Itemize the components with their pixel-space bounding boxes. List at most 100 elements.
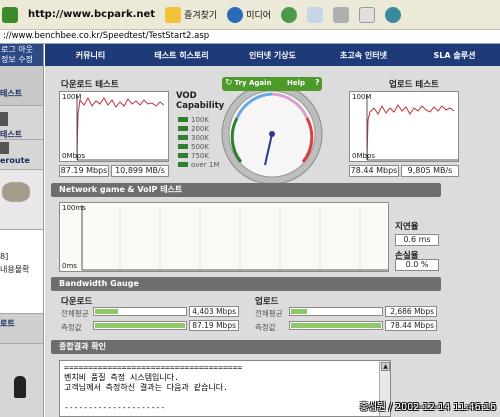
favorites-label: 즐겨찾기 — [184, 11, 218, 21]
bandwidth-download-title: 다운로드 — [61, 297, 93, 307]
speedtest-panel: 다운로드 테스트 100M 0Mbps 87.19 Mbps 10,899 MB… — [45, 66, 500, 417]
vod-level-label: over 1M — [191, 160, 220, 169]
sidebar-promo-tools[interactable] — [0, 170, 43, 230]
vod-level-indicator — [178, 117, 188, 122]
bandwidth-gauge-title: Bandwidth Gauge — [51, 277, 441, 291]
address-bar[interactable]: ://www.benchbee.co.kr/Speedtest/TestStar… — [0, 30, 500, 44]
latency-graph: 100ms 0ms — [59, 202, 389, 272]
vod-level-label: 750K — [191, 151, 209, 160]
result-line — [64, 393, 386, 403]
sidebar-item-traceroute[interactable]: eroute — [0, 140, 43, 170]
download-mbps-readout: 87.19 Mbps — [59, 165, 109, 177]
sidebar-promo-box[interactable]: 8] 내용물확 — [0, 230, 43, 314]
vod-level-label: 100K — [191, 115, 209, 124]
sidebar-item-label: 테스트 — [0, 130, 23, 139]
result-title: 종합결과 확인 — [51, 340, 441, 354]
history-clock-icon — [281, 6, 298, 23]
help-button[interactable]: Help ? — [287, 78, 320, 87]
download-measured-label: 측정값 — [61, 323, 82, 332]
vod-capability-title: VOD Capability — [176, 91, 225, 111]
nav-sla-solution[interactable]: SLA 솔루션 — [409, 50, 500, 61]
favorites-button[interactable]: 즐겨찾기 — [165, 6, 218, 23]
download-test-title: 다운로드 테스트 — [61, 80, 119, 90]
sidebar-item-test-1[interactable]: 테스트 — [0, 66, 43, 106]
upload-avg-fill — [291, 309, 308, 314]
download-measured-track — [93, 321, 187, 330]
download-throughput-line — [76, 94, 168, 161]
help-question-icon: ? — [315, 78, 320, 87]
sidebar-item-test-2[interactable]: 테스트 — [0, 106, 43, 140]
back-button[interactable] — [2, 6, 18, 23]
sidebar-item-label: 테스트 — [0, 89, 23, 98]
sidebar-item-label: 로트 — [0, 319, 15, 328]
browser-toolbar: http://www.bcpark.net 즐겨찾기 미디어 — [0, 0, 500, 30]
nav-test-history[interactable]: 테스트 히스토리 — [136, 50, 227, 61]
network-icon — [0, 142, 9, 154]
left-sidebar: 로그 아웃 정보 수정 테스트 테스트 eroute 8] 내용물확 로트 — [0, 44, 44, 417]
sidebar-item-report[interactable]: 로트 — [0, 314, 43, 344]
vod-level-indicator — [178, 135, 188, 140]
result-line: ===================================== — [64, 363, 243, 372]
top-navigation: 커뮤니티 테스트 히스토리 인터넷 기상도 초고속 인터넷 SLA 솔루션 — [45, 44, 500, 66]
vod-level-label: 300K — [191, 133, 209, 142]
download-avg-fill — [95, 309, 118, 314]
nav-community[interactable]: 커뮤니티 — [45, 50, 136, 61]
edit-profile-link[interactable]: 정보 수정 — [1, 55, 43, 65]
download-measured-value: 87.19 Mbps — [189, 320, 239, 331]
url-link[interactable]: http://www.bcpark.net — [28, 9, 155, 20]
upload-throughput-line — [366, 94, 458, 161]
media-button[interactable]: 미디어 — [227, 6, 272, 23]
refresh-icon: ↻ — [225, 78, 233, 88]
vod-level-indicator — [178, 162, 188, 167]
result-line: --------------------- — [64, 403, 166, 412]
sidebar-item-label: eroute — [0, 156, 30, 165]
download-avg-value: 4,403 Mbps — [189, 306, 239, 317]
result-textarea[interactable]: ===================================== 벤치… — [59, 360, 391, 417]
vod-level-label: 200K — [191, 124, 209, 133]
mail-button[interactable] — [307, 6, 324, 23]
timestamp-watermark: 홍성원 / 2002-12-14 11:46:16 — [359, 402, 496, 413]
download-avg-track — [93, 307, 187, 316]
loss-value: 0.0 % — [395, 259, 439, 271]
download-mbs-readout: 10,899 MB/s — [111, 165, 169, 177]
vod-level-indicator — [178, 153, 188, 158]
latency-grid — [81, 205, 388, 271]
latency-value: 0.6 ms — [395, 234, 439, 246]
upload-mbps-readout: 78.44 Mbps — [349, 165, 399, 177]
messenger-button[interactable] — [385, 6, 402, 23]
upload-avg-label: 전체평균 — [255, 309, 283, 318]
upload-mbs-readout: 9,805 MB/s — [401, 165, 459, 177]
edit-page-icon — [359, 6, 376, 23]
speed-gauge: ↻ Try Again Help ? — [217, 74, 327, 186]
latency-label: 지연율 — [395, 222, 419, 232]
nav-highspeed-internet[interactable]: 초고속 인터넷 — [318, 50, 409, 61]
logout-link[interactable]: 로그 아웃 — [1, 45, 43, 55]
history-button[interactable] — [281, 6, 298, 23]
media-globe-icon — [227, 6, 244, 23]
monitor-icon — [0, 112, 8, 126]
sidebar-account-links: 로그 아웃 정보 수정 — [0, 44, 43, 66]
vod-level-label: 500K — [191, 142, 209, 151]
upload-graph: 100M 0Mbps — [349, 91, 459, 162]
sidebar-item-label: 내용물확 — [0, 265, 30, 274]
edit-button[interactable] — [359, 6, 376, 23]
mail-icon — [307, 6, 324, 23]
printer-icon — [333, 6, 350, 23]
download-avg-label: 전체평균 — [61, 309, 89, 318]
nav-internet-weather[interactable]: 인터넷 기상도 — [227, 50, 318, 61]
download-measured-fill — [95, 323, 185, 328]
tools-icon — [2, 182, 30, 202]
upload-avg-track — [289, 307, 383, 316]
back-arrow-icon — [2, 6, 18, 23]
media-label: 미디어 — [246, 11, 272, 21]
try-again-button[interactable]: ↻ Try Again — [225, 78, 272, 88]
print-button[interactable] — [333, 6, 350, 23]
messenger-people-icon — [385, 6, 402, 23]
upload-measured-fill — [291, 323, 381, 328]
sidebar-item-label: 8] — [0, 252, 9, 261]
help-label: Help — [287, 78, 306, 87]
result-line: 벤치비 품질 측정 시스템입니다. — [64, 373, 179, 382]
url-link-text: http://www.bcpark.net — [28, 9, 156, 20]
scroll-up-arrow-icon[interactable]: ▲ — [381, 362, 390, 371]
vod-level-indicator — [178, 126, 188, 131]
